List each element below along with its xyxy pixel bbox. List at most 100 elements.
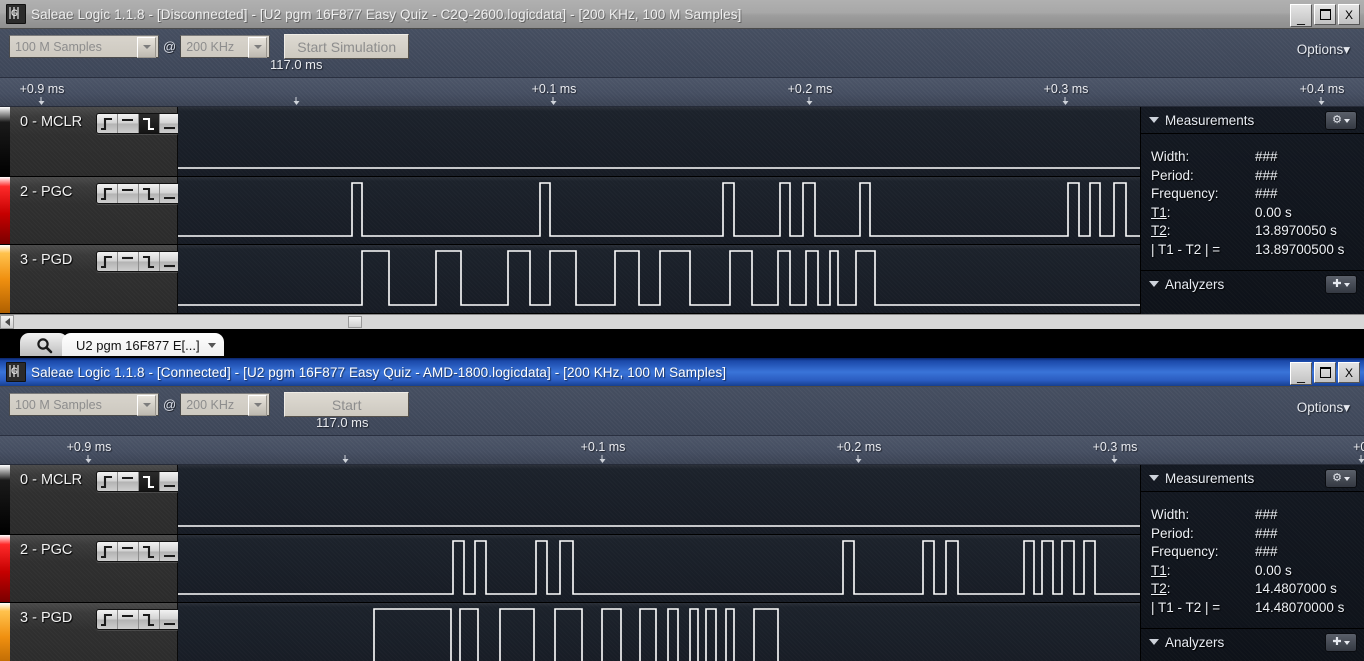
trigger-low-icon[interactable] [160,184,180,203]
chevron-down-icon[interactable] [208,343,216,348]
channel-label-panel[interactable]: 2 - PGC [0,177,178,244]
channel-waveform[interactable] [178,245,1140,313]
trigger-button-group[interactable] [96,541,181,562]
channel-label-panel[interactable]: 0 - MCLR [0,107,178,176]
chevron-down-icon[interactable] [137,37,156,58]
trigger-rising-edge-icon[interactable] [97,184,118,203]
measurements-settings-button[interactable]: ⚙ [1325,469,1357,488]
trigger-button-group[interactable] [96,609,181,630]
collapse-caret-icon[interactable] [1149,639,1159,645]
sample-count-select[interactable]: 100 M Samples [9,393,159,416]
trigger-low-icon[interactable] [160,610,180,629]
trigger-rising-edge-icon[interactable] [97,252,118,271]
start-button[interactable]: Start [284,392,409,417]
chevron-down-icon [1344,283,1350,287]
trigger-high-icon[interactable] [118,252,139,271]
window-1-titlebar[interactable]: Saleae Logic 1.1.8 - [Disconnected] - [U… [0,0,1364,29]
trigger-button-group[interactable] [96,113,181,134]
channel-waveform[interactable] [178,465,1140,534]
analyzers-header[interactable]: Analyzers ✚ [1141,629,1364,655]
channel-label-panel[interactable]: 3 - PGD [0,603,178,661]
ruler-tick-label: +0.2 ms [788,82,833,96]
trigger-low-icon[interactable] [160,542,180,561]
add-analyzer-button[interactable]: ✚ [1325,633,1357,652]
scrollbar-thumb[interactable] [348,316,362,328]
trigger-falling-edge-icon[interactable] [139,252,160,271]
trigger-rising-edge-icon[interactable] [97,472,118,491]
window-1-title: Saleae Logic 1.1.8 - [Disconnected] - [U… [31,7,741,22]
channel-waveform[interactable] [178,107,1140,176]
trigger-high-icon[interactable] [118,542,139,561]
channel-label-panel[interactable]: 2 - PGC [0,535,178,602]
trigger-rising-edge-icon[interactable] [97,114,118,133]
trigger-falling-edge-icon[interactable] [139,542,160,561]
trigger-low-icon[interactable] [160,252,180,271]
collapse-caret-icon[interactable] [1149,475,1159,481]
minimize-button[interactable]: _ [1290,362,1312,385]
collapse-caret-icon[interactable] [1149,281,1159,287]
window-2-titlebar[interactable]: Saleae Logic 1.1.8 - [Connected] - [U2 p… [0,358,1364,387]
trigger-falling-edge-icon[interactable] [139,472,160,491]
measurements-header[interactable]: Measurements ⚙ [1141,465,1364,492]
collapse-caret-icon[interactable] [1149,117,1159,123]
window-1-timeline-ruler[interactable]: +0.9 ms+0.1 ms+0.2 ms+0.3 ms+0.4 ms [0,78,1364,107]
analyzers-header[interactable]: Analyzers ✚ [1141,271,1364,297]
chevron-down-icon[interactable] [248,395,267,416]
measurements-header[interactable]: Measurements ⚙ [1141,107,1364,134]
channel-waveform[interactable] [178,535,1140,602]
channel-name: 0 - MCLR [20,114,82,130]
window-1-horizontal-scrollbar[interactable] [0,314,1364,329]
trigger-falling-edge-icon[interactable] [139,114,160,133]
trigger-button-group[interactable] [96,471,181,492]
trigger-low-icon[interactable] [160,472,180,491]
trigger-high-icon[interactable] [118,472,139,491]
trigger-low-icon[interactable] [160,114,180,133]
close-button[interactable]: X [1338,4,1360,25]
measurement-label[interactable]: T1: [1151,562,1255,581]
add-analyzer-button[interactable]: ✚ [1325,275,1357,294]
trigger-falling-edge-icon[interactable] [139,184,160,203]
ruler-tick-label: +0.4 ms [1300,82,1345,96]
trigger-high-icon[interactable] [118,184,139,203]
ruler-tick-marker [86,455,93,463]
scroll-left-arrow[interactable] [0,315,14,329]
sample-count-select[interactable]: 100 M Samples [9,35,159,58]
measurement-label[interactable]: T2: [1151,580,1255,599]
start-simulation-button[interactable]: Start Simulation [284,34,409,59]
channel-waveform[interactable] [178,603,1140,661]
measurements-settings-button[interactable]: ⚙ [1325,111,1357,130]
trigger-button-group[interactable] [96,251,181,272]
maximize-button[interactable] [1314,362,1336,383]
ruler-tick-label: +0.3 ms [1093,440,1138,454]
maximize-button[interactable] [1314,4,1336,25]
trigger-rising-edge-icon[interactable] [97,542,118,561]
channel-color-strip [0,177,10,244]
sample-rate-select[interactable]: 200 KHz [180,35,270,58]
trigger-high-icon[interactable] [118,114,139,133]
minimize-button[interactable]: _ [1290,4,1312,27]
sample-rate-select[interactable]: 200 KHz [180,393,270,416]
channel-label-panel[interactable]: 3 - PGD [0,245,178,313]
capture-duration-label: 117.0 ms [270,57,323,72]
channel-waveform[interactable] [178,177,1140,244]
trigger-high-icon[interactable] [118,610,139,629]
trigger-falling-edge-icon[interactable] [139,610,160,629]
measurement-label[interactable]: T1: [1151,204,1255,223]
zoom-tab-button[interactable] [20,333,68,356]
options-button[interactable]: Options▾ [1297,400,1350,416]
at-separator: @ [163,397,176,412]
channel-label-panel[interactable]: 0 - MCLR [0,465,178,534]
chevron-down-icon[interactable] [248,37,267,58]
options-button[interactable]: Options▾ [1297,42,1350,58]
window-2-timeline-ruler[interactable]: +0.9 ms+0.1 ms+0.2 ms+0.3 ms+0. [0,436,1364,465]
file-tab[interactable]: U2 pgm 16F877 E[...] [62,333,224,356]
close-button[interactable]: X [1338,362,1360,383]
measurement-label[interactable]: T2: [1151,222,1255,241]
measurement-label: | T1 - T2 | = [1151,241,1255,260]
chevron-down-icon[interactable] [137,395,156,416]
channel-name: 3 - PGD [20,610,72,626]
trigger-rising-edge-icon[interactable] [97,610,118,629]
trigger-button-group[interactable] [96,183,181,204]
measurement-row: Frequency:### [1151,543,1364,562]
measurement-row: Width:### [1151,148,1364,167]
